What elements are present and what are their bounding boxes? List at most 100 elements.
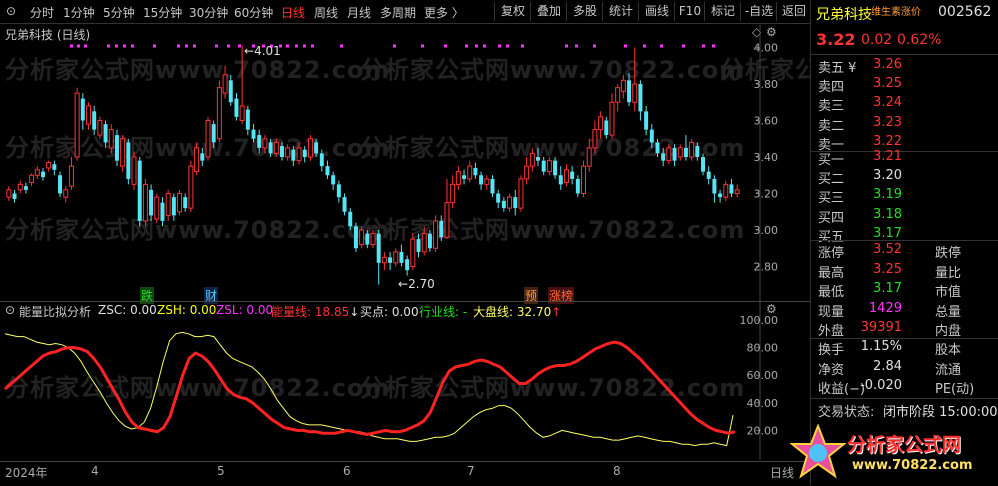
ask-row[interactable]: 卖五 ¥ 3.26 [811, 57, 998, 77]
candle-body [262, 138, 268, 149]
x-axis-label: 5 [217, 464, 225, 478]
bid-row[interactable]: 买一 3.21 [811, 149, 998, 169]
logo-star-icon [790, 424, 846, 479]
bid-row[interactable]: 买三 3.19 [811, 187, 998, 207]
stat-row[interactable]: 涨停 3.52 跌停 [811, 242, 998, 262]
back-button[interactable]: 返回 [776, 2, 811, 21]
candle-body [314, 142, 319, 154]
candle-body [183, 197, 188, 209]
stat-row[interactable]: 换手 1.15% 股本 [811, 339, 998, 359]
candle-body [74, 92, 80, 158]
signal-dot [421, 44, 424, 48]
candle-body [92, 111, 97, 130]
candle-body [598, 116, 604, 131]
tab-monthly[interactable]: 月线 [347, 4, 371, 21]
signal-dot [593, 44, 596, 48]
stat-label-secondary: 流通 [935, 362, 962, 378]
signal-dot [84, 44, 87, 48]
signal-dot [131, 44, 134, 48]
price-tick-label: 3.40 [754, 151, 779, 164]
high-annotation: ←4.01 [244, 44, 281, 58]
ask-row[interactable]: 卖四 3.25 [811, 76, 998, 96]
mark-button[interactable]: 标记 [704, 2, 741, 21]
stat-row[interactable]: 收益(−) -0.020 PE(动) [811, 378, 998, 398]
candle-body [97, 120, 103, 136]
candle-body [154, 196, 160, 220]
candle-body [205, 120, 211, 158]
stat-row[interactable]: 外盘 39391 内盘 [811, 320, 998, 340]
candle-body [245, 109, 250, 130]
candle-body [149, 189, 154, 216]
signal-dot [643, 44, 646, 48]
stat-value: 3.52 [873, 242, 902, 257]
fuquan-button[interactable]: 复权 [494, 2, 531, 21]
candle-body [194, 147, 200, 173]
overlay-button[interactable]: 叠加 [530, 2, 567, 21]
tab-1min[interactable]: 1分钟 [63, 4, 95, 21]
stat-row[interactable]: 净资 2.84 流通 [811, 359, 998, 379]
candle-body [200, 153, 205, 161]
tab-fenshi[interactable]: 分时 [30, 4, 54, 21]
signal-dot [177, 44, 180, 48]
stat-row[interactable]: 现量 1429 总量 [811, 301, 998, 321]
tab-30min[interactable]: 30分钟 [189, 4, 228, 21]
price-tick-label: 3.20 [754, 188, 779, 201]
candle-body [734, 189, 740, 195]
signal-dot [215, 44, 218, 48]
signal-dot [185, 44, 188, 48]
tab-multi-period[interactable]: 多周期 [380, 4, 416, 21]
candle-body [228, 80, 233, 103]
tab-weekly[interactable]: 周线 [314, 4, 338, 21]
stat-label-secondary: 股本 [935, 343, 962, 358]
stat-row[interactable]: 最低 3.17 市值 [811, 281, 998, 301]
add-watchlist-button[interactable]: -自选 [740, 2, 777, 21]
stat-row[interactable]: 最高 3.25 量比 [811, 262, 998, 282]
logo-url: www.70822.com [852, 458, 973, 473]
candle-body [222, 74, 228, 94]
indicator-chart[interactable]: 100.00 80.00 60.00 40.00 20.00 [0, 300, 780, 460]
price-tick-label: 2.80 [754, 261, 779, 274]
draw-button[interactable]: 画线 [638, 2, 675, 21]
stats-button[interactable]: 统计 [602, 2, 639, 21]
candle-body [381, 256, 387, 264]
bid-label: 买四 [818, 210, 845, 226]
candle-body [546, 160, 552, 173]
ask-value: 3.25 [873, 76, 902, 92]
ask-label: 卖二 [818, 118, 845, 134]
signal-dot [153, 44, 156, 48]
candle-body [683, 147, 688, 157]
bid-row[interactable]: 买二 3.20 [811, 168, 998, 188]
kline-chart[interactable]: 4.00 3.80 3.60 3.40 3.20 3.00 2.80 [0, 23, 780, 303]
signal-dot [521, 44, 524, 48]
tab-daily[interactable]: 日线 [281, 4, 305, 21]
period-icon[interactable]: ⊙ [6, 4, 16, 18]
stat-label: 现量 [818, 304, 845, 320]
bid-value: 3.19 [873, 187, 902, 203]
candle-body [17, 183, 23, 191]
tab-5min[interactable]: 5分钟 [103, 4, 135, 21]
stat-value: 1429 [868, 300, 902, 316]
tab-more[interactable]: 更多 〉 [424, 4, 464, 21]
signal-dot [227, 44, 230, 48]
candle-body [319, 153, 324, 167]
signal-dot [506, 44, 509, 48]
candle-body [479, 175, 484, 185]
signal-dot [682, 44, 685, 48]
candle-body [518, 178, 524, 209]
tab-60min[interactable]: 60分钟 [234, 4, 273, 21]
tab-15min[interactable]: 15分钟 [143, 4, 182, 21]
candle-body [46, 161, 52, 169]
stock-name[interactable]: 兄弟科技 [816, 4, 872, 24]
multi-stock-button[interactable]: 多股 [566, 2, 603, 21]
ask-row[interactable]: 卖三 3.24 [811, 95, 998, 115]
stat-label-secondary: 市值 [935, 285, 962, 300]
candle-body [291, 149, 296, 161]
bid-row[interactable]: 买四 3.18 [811, 207, 998, 227]
x-axis-label: 7 [467, 464, 475, 478]
candle-body [296, 147, 302, 162]
candle-body [325, 166, 330, 176]
candle-body [29, 174, 35, 184]
ask-row[interactable]: 卖二 3.23 [811, 115, 998, 135]
f10-button[interactable]: F10 [674, 2, 705, 21]
candle-body [251, 129, 256, 139]
